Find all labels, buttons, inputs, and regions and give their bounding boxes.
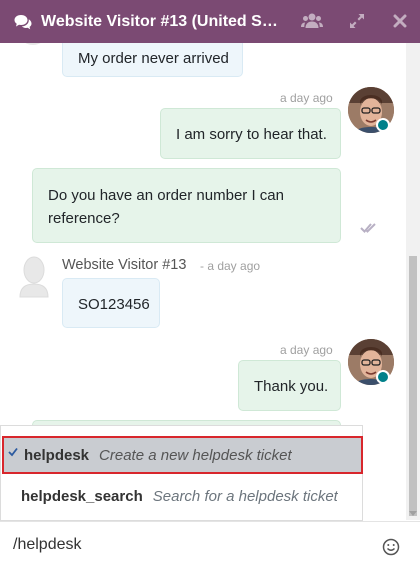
comments-icon — [14, 14, 32, 30]
suggestion-command: helpdesk_search — [21, 487, 143, 505]
online-status-icon — [376, 370, 390, 384]
livechat-window: Website Visitor #13 (United States) My o… — [0, 0, 420, 569]
expand-icon[interactable] — [346, 10, 368, 32]
message-bubble: Thank you. — [238, 360, 341, 411]
suggestion-helpdesk-search[interactable]: helpdesk_search Search for a helpdesk ti… — [1, 477, 362, 515]
message-text: Thank you. — [254, 378, 329, 395]
suggestion-command: helpdesk — [24, 446, 90, 464]
suggestion-description: Create a new helpdesk ticket — [99, 446, 292, 464]
message-input[interactable] — [10, 531, 373, 559]
thread-scrollbar[interactable] — [406, 43, 420, 520]
message-text: Do you have an order number I can refere… — [48, 187, 284, 227]
add-users-icon[interactable] — [301, 10, 323, 32]
message-text: I am sorry to hear that. — [176, 126, 327, 143]
close-icon[interactable] — [389, 10, 411, 32]
command-suggestions: helpdesk Create a new helpdesk ticket he… — [0, 425, 363, 521]
check-icon — [8, 444, 18, 457]
smile-icon[interactable] — [382, 538, 400, 556]
online-status-icon — [376, 118, 390, 132]
message-timestamp: - a day ago — [200, 259, 261, 273]
scrollbar-thumb[interactable] — [409, 256, 417, 516]
message-author: Website Visitor #13 — [62, 257, 187, 273]
message-timestamp: a day ago — [280, 343, 333, 357]
message-bubble: My order never arrived — [62, 43, 243, 77]
message-bubble: I am sorry to hear that. — [160, 108, 341, 159]
visitor-avatar — [18, 43, 48, 45]
chat-header[interactable]: Website Visitor #13 (United States) — [0, 0, 420, 43]
visitor-avatar — [16, 255, 52, 299]
message-bubble: Do you have an order number I can refere… — [32, 168, 341, 243]
suggestion-helpdesk[interactable]: helpdesk Create a new helpdesk ticket — [2, 436, 363, 474]
chat-title: Website Visitor #13 (United States) — [41, 12, 279, 30]
scroll-down-icon[interactable] — [409, 511, 417, 516]
message-timestamp: a day ago — [280, 91, 333, 105]
suggestion-description: Search for a helpdesk ticket — [152, 487, 338, 505]
seen-check-icon — [360, 221, 378, 233]
message-text: My order never arrived — [78, 50, 229, 67]
message-bubble: SO123456 — [62, 278, 160, 328]
message-text: SO123456 — [78, 296, 150, 313]
message-composer — [0, 521, 420, 569]
